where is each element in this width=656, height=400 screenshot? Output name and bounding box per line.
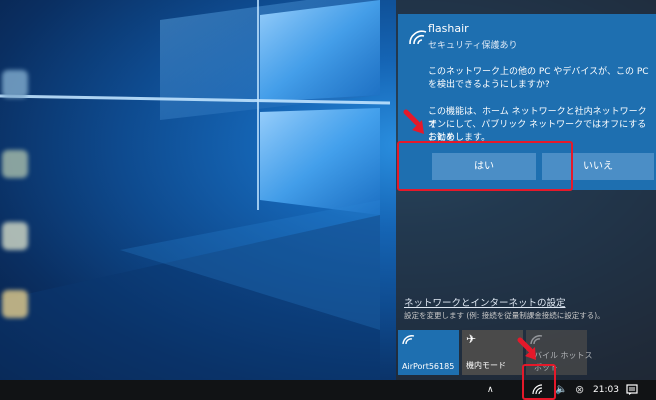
security-status: セキュリティ保護あり (428, 41, 518, 51)
notification-icon[interactable] (626, 384, 638, 396)
wifi-secure-icon (409, 30, 427, 45)
network-settings-link[interactable]: ネットワークとインターネットの設定 (404, 295, 566, 309)
highlight-yes-button (397, 141, 573, 191)
tile-airplane-label: 機内モード (466, 361, 506, 370)
desktop-icon[interactable] (2, 70, 28, 98)
network-name: flashair (428, 22, 469, 35)
highlight-network-icon (522, 364, 556, 400)
pointer-arrow-icon (517, 337, 536, 360)
desktop-icon[interactable] (2, 222, 28, 250)
clock[interactable]: 21:03 (593, 380, 619, 400)
discovery-question-line2: を検出できるようにしますか? (428, 80, 550, 90)
desktop-icon[interactable] (2, 150, 28, 178)
tile-wifi[interactable]: AirPort56185 (398, 330, 459, 375)
airplane-icon: ✈ (466, 332, 477, 346)
tile-hotspot-label: バイル ホットス (534, 351, 593, 360)
desktop-icon[interactable] (2, 290, 28, 318)
tile-wifi-label: AirPort56185 (402, 362, 455, 371)
close-circle-icon[interactable]: ⊗ (575, 380, 584, 400)
chevron-up-icon[interactable]: ∧ (487, 380, 494, 400)
discovery-question-line1: このネットワーク上の他の PC やデバイスが、この PC (428, 67, 649, 77)
wifi-icon (402, 335, 415, 345)
network-settings-description: 設定を変更します (例: 接続を従量制課金接続に設定する)。 (404, 311, 605, 320)
taskbar: ∧ 🔈 ⊗ 21:03 (0, 380, 656, 400)
pointer-arrow-icon (403, 109, 424, 134)
tile-airplane-mode[interactable]: ✈ 機内モード (462, 330, 523, 375)
volume-icon[interactable]: 🔈 (555, 380, 567, 400)
